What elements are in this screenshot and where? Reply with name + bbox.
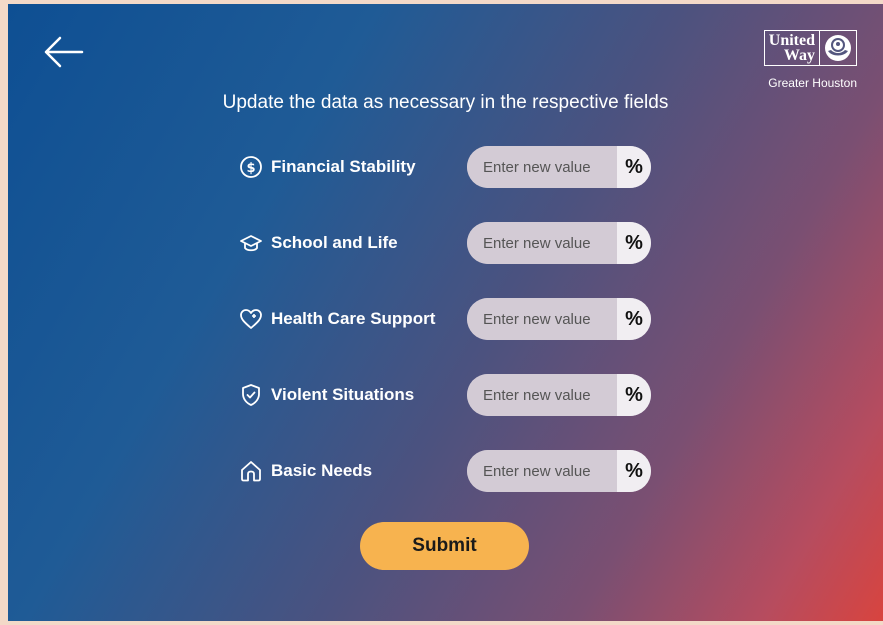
logo-line1: United (768, 32, 815, 49)
submit-button[interactable]: Submit (360, 522, 529, 570)
field-label-row: $ Financial Stability (239, 145, 416, 189)
percent-unit: % (617, 146, 651, 188)
field-label-row: Basic Needs (239, 449, 372, 493)
violent-situations-field: % (467, 374, 651, 416)
logo-word: United Way (763, 30, 819, 66)
field-label: Financial Stability (271, 157, 416, 176)
app-screen: United Way Greater Houston Update the da… (8, 4, 883, 621)
percent-unit: % (617, 450, 651, 492)
financial-stability-input[interactable] (467, 146, 617, 188)
home-icon (241, 461, 261, 482)
violent-situations-input[interactable] (467, 374, 617, 416)
field-row-financial-stability: $ Financial Stability % (239, 145, 651, 189)
logo-subtitle: Greater Houston (768, 76, 857, 90)
field-label-row: School and Life (239, 221, 398, 265)
field-row-violent-situations: Violent Situations % (239, 373, 651, 417)
logo-box: United Way (754, 26, 857, 70)
graduation-cap-icon (240, 235, 262, 252)
united-way-hand-icon (819, 30, 857, 66)
back-button[interactable] (42, 34, 86, 70)
basic-needs-input[interactable] (467, 450, 617, 492)
field-row-school-and-life: School and Life % (239, 221, 651, 265)
svg-text:$: $ (246, 161, 255, 176)
logo-line2: Way (783, 47, 815, 64)
school-and-life-input[interactable] (467, 222, 617, 264)
school-and-life-field: % (467, 222, 651, 264)
field-label-row: Health Care Support (239, 297, 435, 341)
basic-needs-field: % (467, 450, 651, 492)
page-title: Update the data as necessary in the resp… (222, 92, 669, 113)
field-label-row: Violent Situations (239, 373, 414, 417)
health-care-support-input[interactable] (467, 298, 617, 340)
field-label: Basic Needs (271, 461, 373, 480)
field-label: Health Care Support (271, 309, 436, 328)
field-row-health-care-support: Health Care Support % (239, 297, 651, 341)
arrow-left-icon (44, 36, 84, 68)
field-row-basic-needs: Basic Needs % (239, 449, 651, 493)
field-label: Violent Situations (271, 385, 415, 404)
united-way-logo: United Way Greater Houston (753, 26, 857, 90)
percent-unit: % (617, 374, 651, 416)
health-care-support-field: % (467, 298, 651, 340)
field-label: School and Life (271, 233, 398, 252)
shield-check-icon (242, 384, 260, 406)
percent-unit: % (617, 298, 651, 340)
heart-plus-icon (240, 309, 262, 329)
percent-unit: % (617, 222, 651, 264)
dollar-circle-icon: $ (240, 156, 262, 178)
financial-stability-field: % (467, 146, 651, 188)
